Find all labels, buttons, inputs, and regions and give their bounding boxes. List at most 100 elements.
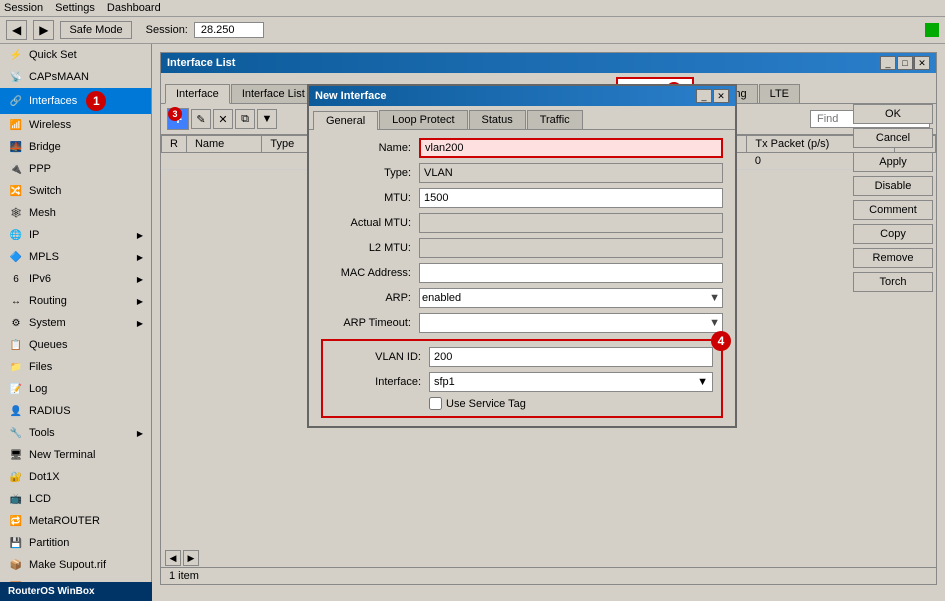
window-close-button[interactable]: ✕ [914,56,930,70]
dialog-tab-status[interactable]: Status [469,110,526,129]
dialog-close-button[interactable]: ✕ [713,89,729,103]
copy-button[interactable]: ⧉ [235,109,255,129]
sidebar-item-routing[interactable]: ↔ Routing [0,290,151,312]
tab-lte[interactable]: LTE [759,84,800,103]
dialog-title: New Interface [315,90,387,102]
apply-button[interactable]: Apply [853,152,933,172]
arp-timeout-label: ARP Timeout: [321,317,411,329]
mesh-icon: 🕸 [8,205,24,221]
dialog-minimize-button[interactable]: _ [696,89,712,103]
sidebar-item-queues[interactable]: 📋 Queues [0,334,151,356]
mac-address-input[interactable] [419,263,723,283]
sidebar-item-make-supout[interactable]: 📦 Make Supout.rif [0,554,151,576]
sidebar-label-radius: RADIUS [29,405,71,417]
type-input [419,163,723,183]
sidebar-item-bridge[interactable]: 🌉 Bridge [0,136,151,158]
name-input[interactable] [419,138,723,158]
sidebar-item-dot1x[interactable]: 🔐 Dot1X [0,466,151,488]
dialog-controls: _ ✕ [696,89,729,103]
sidebar-item-partition[interactable]: 💾 Partition [0,532,151,554]
sidebar-item-capsman[interactable]: 📡 CAPsMAAN [0,66,151,88]
edit-button[interactable]: ✎ [191,109,211,129]
session-input[interactable] [194,22,264,38]
sidebar-item-mesh[interactable]: 🕸 Mesh [0,202,151,224]
vlan-id-input[interactable] [429,347,713,367]
vlan-interface-label: Interface: [331,376,421,388]
make-supout-icon: 📦 [8,557,24,573]
scroll-right-button[interactable]: ▶ [183,550,199,566]
sidebar-item-new-terminal[interactable]: 🖥 New Terminal [0,444,151,466]
tab-interface-list[interactable]: Interface List [231,84,316,103]
vlan-id-label: VLAN ID: [331,351,421,363]
tab-interface[interactable]: Interface [165,84,230,104]
scroll-left-button[interactable]: ◀ [165,550,181,566]
dialog-tab-general[interactable]: General [313,111,378,130]
log-icon: 📝 [8,381,24,397]
arp-timeout-dropdown-icon: ▼ [709,317,720,329]
interfaces-badge: 1 [86,91,106,111]
l2-mtu-row: L2 MTU: [321,238,723,258]
partition-icon: 💾 [8,535,24,551]
mtu-input[interactable] [419,188,723,208]
ok-button[interactable]: OK [853,104,933,124]
main-layout: ⚡ Quick Set 📡 CAPsMAAN 🔗 Interfaces 1 📶 … [0,44,945,593]
sidebar-item-interfaces[interactable]: 🔗 Interfaces 1 [0,88,151,114]
window-titlebar: Interface List _ □ ✕ [161,53,936,73]
sidebar-item-radius[interactable]: 👤 RADIUS [0,400,151,422]
sidebar-item-mpls[interactable]: 🔷 MPLS [0,246,151,268]
sidebar-label-lcd: LCD [29,493,51,505]
copy-action-button[interactable]: Copy [853,224,933,244]
sidebar-label-mesh: Mesh [29,207,56,219]
nav-back-button[interactable]: ◀ [6,20,27,40]
sidebar-item-tools[interactable]: 🔧 Tools [0,422,151,444]
interface-row: Interface: sfp1 ▼ [331,372,713,392]
sidebar-item-lcd[interactable]: 📺 LCD [0,488,151,510]
torch-button[interactable]: Torch [853,272,933,292]
status-bar: 1 item [161,567,936,584]
window-minimize-button[interactable]: _ [880,56,896,70]
sidebar-label-wireless: Wireless [29,119,71,131]
sidebar-label-metarouter: MetaROUTER [29,515,100,527]
sidebar-label-capsman: CAPsMAAN [29,71,89,83]
sidebar-item-ip[interactable]: 🌐 IP [0,224,151,246]
dot1x-icon: 🔐 [8,469,24,485]
sidebar-label-queues: Queues [29,339,68,351]
delete-button[interactable]: ✕ [213,109,233,129]
cancel-button[interactable]: Cancel [853,128,933,148]
sidebar-item-metarouter[interactable]: 🔁 MetaROUTER [0,510,151,532]
cell-name [186,153,261,170]
menu-session[interactable]: Session [4,2,43,14]
sidebar-item-log[interactable]: 📝 Log [0,378,151,400]
disable-button[interactable]: Disable [853,176,933,196]
type-label: Type: [321,167,411,179]
comment-button[interactable]: Comment [853,200,933,220]
routing-icon: ↔ [8,293,24,309]
arp-select[interactable]: enabled ▼ [419,288,723,308]
arp-timeout-select[interactable]: ▼ [419,313,723,333]
interface-select[interactable]: sfp1 ▼ [429,372,713,392]
nav-fwd-button[interactable]: ▶ [33,20,54,40]
sidebar: ⚡ Quick Set 📡 CAPsMAAN 🔗 Interfaces 1 📶 … [0,44,152,593]
sidebar-label-ip: IP [29,229,39,241]
mtu-row: MTU: [321,188,723,208]
window-restore-button[interactable]: □ [897,56,913,70]
dialog-tab-traffic[interactable]: Traffic [527,110,583,129]
sidebar-item-files[interactable]: 📁 Files [0,356,151,378]
safe-mode-button[interactable]: Safe Mode [60,21,131,39]
remove-button[interactable]: Remove [853,248,933,268]
service-tag-label: Use Service Tag [446,398,526,410]
sidebar-item-ipv6[interactable]: 6 IPv6 [0,268,151,290]
menu-dashboard[interactable]: Dashboard [107,2,161,14]
filter-button[interactable]: ▼ [257,109,277,129]
service-tag-checkbox[interactable] [429,397,442,410]
dialog-tab-loop-protect[interactable]: Loop Protect [379,110,467,129]
sidebar-item-ppp[interactable]: 🔌 PPP [0,158,151,180]
sidebar-item-wireless[interactable]: 📶 Wireless [0,114,151,136]
sidebar-item-quick-set[interactable]: ⚡ Quick Set [0,44,151,66]
sidebar-item-system[interactable]: ⚙ System [0,312,151,334]
sidebar-item-switch[interactable]: 🔀 Switch [0,180,151,202]
action-buttons: OK Cancel Apply Disable Comment Copy Rem… [853,104,933,292]
arp-row: ARP: enabled ▼ [321,288,723,308]
menu-settings[interactable]: Settings [55,2,95,14]
add-button[interactable]: + 3 [167,108,189,130]
